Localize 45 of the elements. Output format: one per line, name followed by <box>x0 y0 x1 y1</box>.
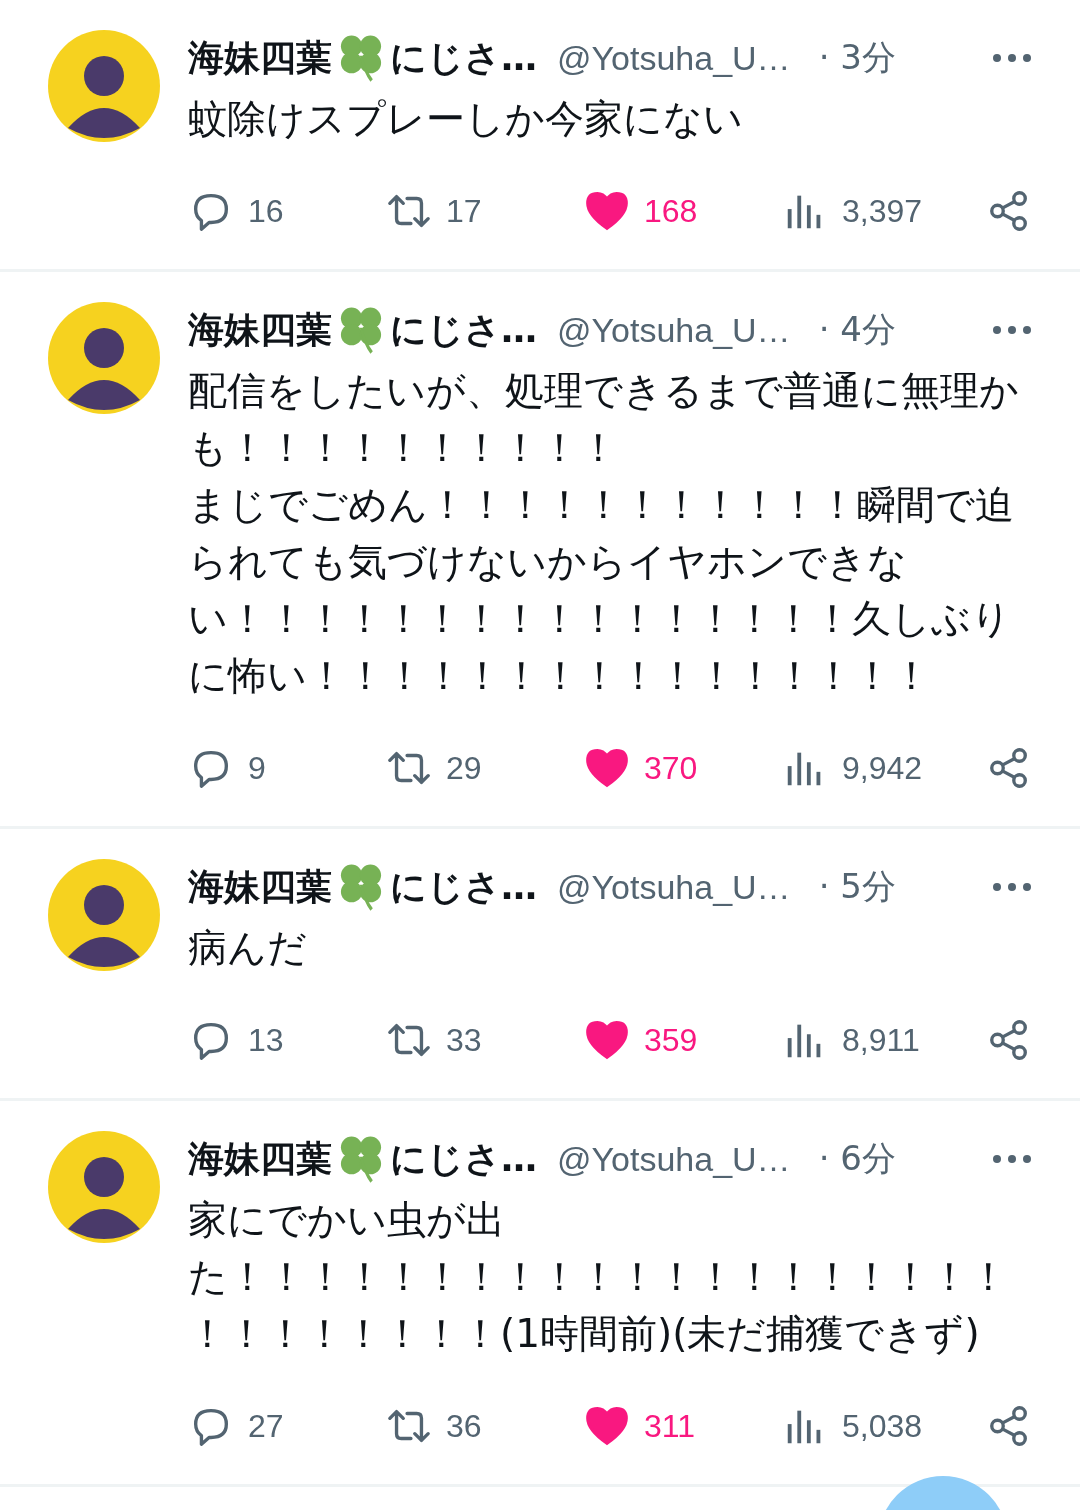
retweet-count: 29 <box>446 749 482 787</box>
like-count: 168 <box>644 192 698 230</box>
more-icon[interactable] <box>992 325 1032 335</box>
like-count: 359 <box>644 1021 698 1059</box>
display-name[interactable]: 海妹四葉 <box>188 1134 332 1184</box>
tweet-text: 家にでかい虫が出た！！！！！！！！！！！！！！！！！！！！！！！！！！！！(1時間前)(未だ捕獲できず) <box>188 1196 1009 1358</box>
timestamp[interactable]: · 5分 <box>818 864 896 910</box>
user-handle[interactable]: @Yotsuha_U… <box>557 867 791 907</box>
more-icon[interactable] <box>992 53 1032 63</box>
avatar[interactable] <box>48 30 160 142</box>
display-name[interactable]: にじさ… <box>390 305 537 355</box>
user-handle[interactable]: @Yotsuha_U… <box>557 38 791 78</box>
timestamp[interactable]: · 6分 <box>818 1136 896 1182</box>
reply-count: 16 <box>248 192 284 230</box>
display-name[interactable]: にじさ… <box>390 862 537 912</box>
display-name[interactable]: 海妹四葉 <box>188 305 332 355</box>
tweet-text: まじでごめん！！！！！！！！！！！瞬間で迫られても気づけないからイヤホンできない！！！！！！！！！！！！！！！！久しぶりに怖い！！！！！！！！！！！！！！！！ <box>188 481 1015 700</box>
tweet-text: 病んだ <box>188 924 308 972</box>
view-count: 9,942 <box>842 749 923 787</box>
like-count: 370 <box>644 749 698 787</box>
view-count: 3,397 <box>842 192 923 230</box>
reply-count: 27 <box>248 1407 284 1445</box>
user-handle[interactable]: @Yotsuha_U… <box>557 1139 791 1179</box>
display-name[interactable]: 海妹四葉 <box>188 33 332 83</box>
avatar[interactable] <box>48 859 160 971</box>
avatar[interactable] <box>48 1131 160 1243</box>
view-count: 5,038 <box>842 1407 923 1445</box>
retweet-count: 36 <box>446 1407 482 1445</box>
reply-count: 9 <box>248 749 266 787</box>
tweet-text: 配信をしたいが、処理できるまで普通に無理かも！！！！！！！！！！ <box>188 367 1020 472</box>
retweet-count: 33 <box>446 1021 482 1059</box>
more-icon[interactable] <box>992 1154 1032 1164</box>
timestamp[interactable]: · 3分 <box>818 35 896 81</box>
view-count: 8,911 <box>842 1021 920 1059</box>
timestamp[interactable]: · 4分 <box>818 307 896 353</box>
avatar[interactable] <box>48 302 160 414</box>
display-name[interactable]: にじさ… <box>390 1134 537 1184</box>
more-icon[interactable] <box>992 882 1032 892</box>
display-name[interactable]: にじさ… <box>390 33 537 83</box>
like-count: 311 <box>644 1407 695 1445</box>
tweet-text: 蚊除けスプレーしか今家にない <box>188 95 744 143</box>
user-handle[interactable]: @Yotsuha_U… <box>557 310 791 350</box>
display-name[interactable]: 海妹四葉 <box>188 862 332 912</box>
retweet-count: 17 <box>446 192 482 230</box>
reply-count: 13 <box>248 1021 284 1059</box>
